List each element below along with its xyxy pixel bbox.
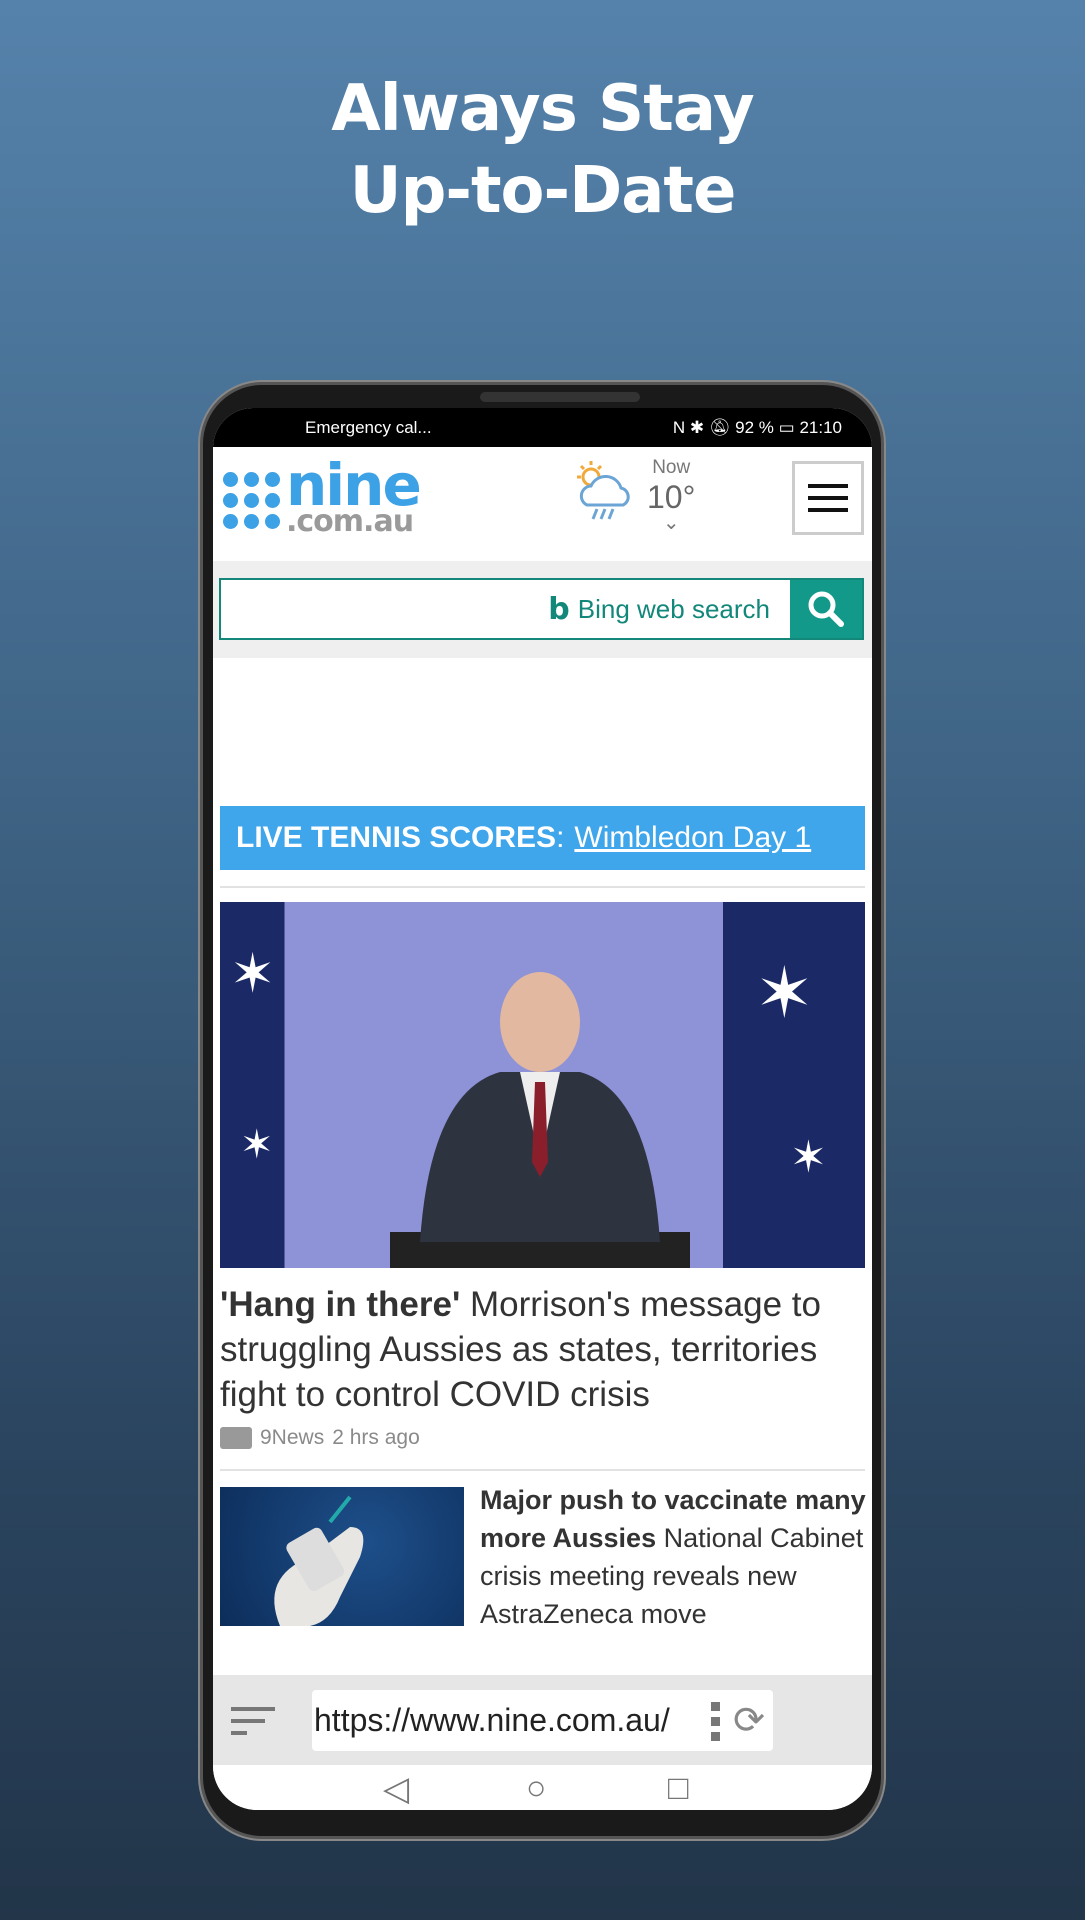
back-icon[interactable]: ◁ (383, 1769, 409, 1809)
status-time: 21:10 (799, 417, 842, 437)
divider (220, 886, 865, 888)
search-bar: b Bing web search (219, 578, 864, 640)
headline-bold: 'Hang in there' (220, 1285, 461, 1324)
android-nav-bar: ◁ ○ □ (213, 1765, 872, 1810)
story-source: 9News (260, 1426, 325, 1449)
site-header: nine .com.au Now 10° ⌄ (213, 447, 872, 561)
status-carrier: Emergency cal... (305, 417, 432, 437)
video-camera-icon (220, 1427, 252, 1449)
story-time: 2 hrs ago (332, 1426, 420, 1449)
search-input[interactable]: b Bing web search (221, 580, 790, 638)
divider (220, 1469, 865, 1471)
phone-screen: Emergency cal... N ✱ 🔕︎ 92 % ▭ 21:10 nin… (213, 408, 872, 1810)
logo-nine-text: nine (286, 451, 422, 519)
battery-icon: ▭ (778, 417, 800, 437)
nfc-bluetooth-mute-icons: N ✱ 🔕︎ (672, 417, 736, 437)
chevron-down-icon[interactable]: ⌄ (647, 513, 695, 533)
weather-widget[interactable]: Now 10° ⌄ (573, 457, 696, 533)
search-icon (808, 591, 844, 627)
home-icon[interactable]: ○ (526, 1769, 547, 1808)
weather-label: Now (652, 457, 691, 478)
bing-logo-icon: b (548, 591, 570, 627)
vaccine-vial-image (274, 1495, 364, 1626)
promo-title: Always Stay Up-to-Date (0, 68, 1085, 232)
battery-percent: 92 % (735, 417, 774, 437)
banner-link[interactable]: Wimbledon Day 1 (574, 821, 811, 855)
browser-toolbar: https://www.nine.com.au/ ⟳ (213, 1675, 872, 1765)
flag-star-icon: ✶ (790, 1133, 827, 1182)
flag-star-icon: ✶ (240, 1123, 274, 1167)
url-bar[interactable]: https://www.nine.com.au/ ⟳ (312, 1690, 773, 1751)
tennis-banner[interactable]: LIVE TENNIS SCORES: Wimbledon Day 1 (220, 806, 865, 870)
person-figure (390, 972, 690, 1268)
flag-star-icon: ✶ (230, 944, 276, 1004)
status-right: N ✱ 🔕︎ 92 % ▭ 21:10 (673, 418, 842, 438)
search-section: b Bing web search (213, 561, 872, 658)
flag-star-icon: ✶ (755, 954, 814, 1032)
story-headline[interactable]: 'Hang in there' Morrison's message to st… (220, 1282, 870, 1417)
search-button[interactable] (790, 580, 862, 638)
logo-domain-text: .com.au (286, 504, 414, 539)
tabs-menu-icon[interactable] (231, 1705, 275, 1737)
nine-logo[interactable]: nine .com.au (223, 451, 422, 539)
ad-space (213, 658, 872, 802)
story-image[interactable]: ✶ ✶ ✶ ✶ (220, 902, 865, 1268)
story-headline[interactable]: Major push to vaccinate many more Aussie… (480, 1481, 870, 1633)
phone-speaker (480, 392, 640, 402)
story-meta: 9News 2 hrs ago (220, 1426, 420, 1450)
logo-dots (223, 471, 280, 529)
recents-icon[interactable]: □ (668, 1769, 689, 1808)
url-text: https://www.nine.com.au/ (314, 1702, 670, 1738)
rain-cloud-sun-icon (577, 461, 630, 520)
weather-temp: 10° (647, 479, 696, 515)
promo-line-1: Always Stay (331, 72, 755, 146)
status-bar: Emergency cal... N ✱ 🔕︎ 92 % ▭ 21:10 (213, 408, 872, 447)
reload-icon[interactable]: ⟳ (733, 1698, 765, 1743)
story-thumbnail[interactable] (220, 1487, 464, 1626)
more-options-icon[interactable] (711, 1702, 721, 1741)
banner-label: LIVE TENNIS SCORES (236, 821, 557, 854)
promo-line-2: Up-to-Date (349, 154, 737, 228)
hamburger-menu-button[interactable] (792, 461, 864, 535)
search-placeholder: Bing web search (577, 593, 770, 624)
banner-sep: : (556, 821, 565, 854)
